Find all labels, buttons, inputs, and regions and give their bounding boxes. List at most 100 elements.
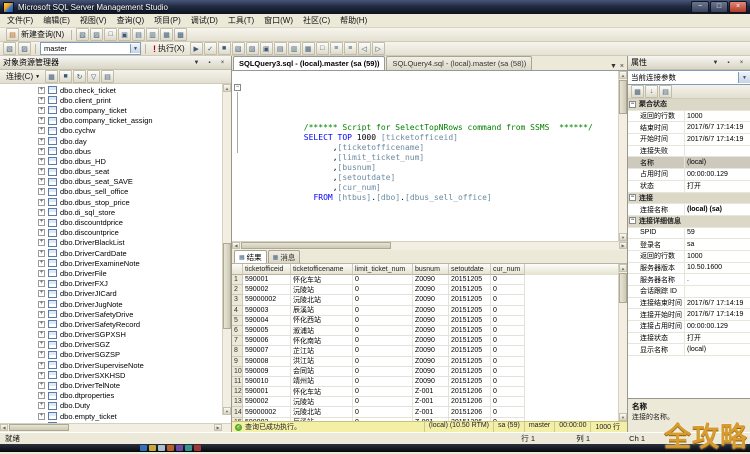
property-row[interactable]: 开始时间 2017/6/7 17:14:19 [628, 134, 750, 146]
toolbar-icon[interactable]: ▦ [45, 70, 58, 83]
results-grid[interactable]: ticketofficeid ticketofficename limit_ti… [232, 264, 627, 421]
maximize-button[interactable]: □ [710, 1, 728, 13]
grid-row[interactable]: 15 590003 辰溪站 0 Z-001 20151206 0 [232, 418, 627, 421]
tree-item[interactable]: + dbo.DriverSafetyDrive [0, 309, 231, 319]
grid-cell[interactable]: Z0090 [413, 346, 449, 356]
property-row[interactable]: 连接名称 (local) (sa) [628, 204, 750, 216]
expand-icon[interactable]: + [38, 219, 45, 226]
tree-item[interactable]: + dbo.DriverSGZSP [0, 350, 231, 360]
expand-icon[interactable]: + [38, 321, 45, 328]
expand-icon[interactable]: + [38, 87, 45, 94]
grid-row[interactable]: 5 590004 怀化西站 0 Z0090 20151205 0 [232, 316, 627, 326]
expand-icon[interactable]: + [38, 372, 45, 379]
expand-icon[interactable]: + [38, 168, 45, 175]
property-row[interactable]: 连接详细信息 [628, 216, 750, 228]
menu-item[interactable]: 视图(V) [75, 14, 112, 27]
editor-vertical-scrollbar[interactable]: ▲ ▼ [618, 71, 627, 241]
scroll-down-icon[interactable]: ▼ [619, 233, 627, 241]
grid-cell[interactable]: 20151205 [449, 295, 491, 305]
row-number[interactable]: 12 [232, 387, 243, 397]
grid-cell[interactable]: 0 [353, 346, 413, 356]
results-tab[interactable]: ▦ 结果 [234, 250, 267, 263]
toolbar-icon[interactable]: ▥ [146, 28, 159, 41]
grid-cell[interactable]: 0 [491, 295, 525, 305]
grid-cell[interactable]: Z-001 [413, 397, 449, 407]
grid-cell[interactable]: 590007 [243, 346, 291, 356]
grid-cell[interactable]: 20151206 [449, 397, 491, 407]
grid-cell[interactable]: Z0090 [413, 336, 449, 346]
property-value[interactable]: (local) [685, 344, 750, 355]
expand-icon[interactable]: + [38, 229, 45, 236]
tree-vertical-scrollbar[interactable]: ▲ ▼ [222, 84, 231, 415]
close-icon[interactable]: × [736, 58, 747, 68]
tree-item[interactable]: + dbo.DriverBlackList [0, 238, 231, 248]
tree-item[interactable]: + dbo.DriverJugNote [0, 299, 231, 309]
change-connection-icon[interactable]: ▨ [18, 42, 31, 55]
property-row[interactable]: 会话跟踪 ID [628, 286, 750, 298]
grid-cell[interactable]: 20151205 [449, 316, 491, 326]
grid-cell[interactable]: 0 [353, 295, 413, 305]
tree-item[interactable]: + dbo.DriverFile [0, 268, 231, 278]
grid-cell[interactable]: 59000002 [243, 407, 291, 417]
property-row[interactable]: 服务器版本 10.50.1600 [628, 263, 750, 275]
grid-cell[interactable]: 溆浦站 [291, 326, 353, 336]
scrollbar-thumb[interactable] [223, 243, 231, 329]
toolbar-icon[interactable]: ▨ [246, 42, 259, 55]
grid-cell[interactable]: Z-001 [413, 418, 449, 421]
toolbar-icon[interactable]: ▽ [87, 70, 100, 83]
property-value[interactable]: 打开 [685, 181, 750, 192]
chevron-down-icon[interactable]: ▼ [710, 58, 721, 68]
pin-icon[interactable]: ▪ [204, 58, 215, 68]
grid-cell[interactable]: 590002 [243, 285, 291, 295]
toolbar-icon[interactable]: ▦ [631, 85, 644, 98]
property-value[interactable]: 00:00:00.129 [685, 321, 750, 332]
toolbar-icon[interactable]: ↻ [73, 70, 86, 83]
row-number[interactable]: 5 [232, 316, 243, 326]
grid-cell[interactable]: 20151206 [449, 418, 491, 421]
new-query-button[interactable]: ▤ 新建查询(N) [3, 29, 67, 41]
row-number[interactable]: 13 [232, 397, 243, 407]
grid-cell[interactable]: 590010 [243, 377, 291, 387]
tree-item[interactable]: + dbo.cychw [0, 126, 231, 136]
grid-cell[interactable]: 20151205 [449, 357, 491, 367]
grid-cell[interactable]: 0 [353, 285, 413, 295]
grid-cell[interactable]: Z0090 [413, 377, 449, 387]
chevron-down-icon[interactable]: ▼ [191, 58, 202, 68]
property-row[interactable]: 显示名称 (local) [628, 344, 750, 356]
property-row[interactable]: 返回的行数 1000 [628, 111, 750, 123]
grid-cell[interactable]: 沅陵北站 [291, 407, 353, 417]
tree-item[interactable]: + dbo.check_ticket [0, 85, 231, 95]
toolbar-icon[interactable]: ▤ [274, 42, 287, 55]
expand-icon[interactable]: + [38, 351, 45, 358]
property-row[interactable]: SPID 59 [628, 228, 750, 240]
tree-item[interactable]: + dbo.DriverSGPXSH [0, 330, 231, 340]
toolbar-icon[interactable]: ▨ [90, 28, 103, 41]
tree-item[interactable]: + dbo.DriverTelNote [0, 380, 231, 390]
property-value[interactable]: 2017/6/7 17:14:19 [685, 298, 750, 309]
grid-cell[interactable]: 0 [353, 387, 413, 397]
scroll-down-icon[interactable]: ▼ [619, 413, 627, 421]
editor-horizontal-scrollbar[interactable]: ◀ ▶ [232, 241, 627, 250]
grid-cell[interactable]: 20151205 [449, 367, 491, 377]
grid-cell[interactable]: 怀化车站 [291, 275, 353, 285]
toolbar-icon[interactable]: □ [104, 28, 117, 41]
expand-icon[interactable]: + [38, 341, 45, 348]
grid-cell[interactable]: 0 [353, 306, 413, 316]
row-number[interactable]: 1 [232, 275, 243, 285]
expand-icon[interactable]: + [38, 311, 45, 318]
tree-item[interactable]: + dbo.dtproperties [0, 391, 231, 401]
chevron-down-icon[interactable]: ▼ [130, 44, 140, 53]
grid-cell[interactable]: 0 [353, 407, 413, 417]
grid-cell[interactable]: Z0090 [413, 275, 449, 285]
grid-cell[interactable]: 20151206 [449, 407, 491, 417]
tree-item[interactable]: + dbo.dbus_stop_price [0, 197, 231, 207]
expand-icon[interactable]: + [38, 301, 45, 308]
tree-item[interactable]: + dbo.company_ticket_assign [0, 116, 231, 126]
row-number[interactable]: 11 [232, 377, 243, 387]
taskbar-item[interactable] [167, 445, 174, 451]
menu-item[interactable]: 工具(T) [223, 14, 259, 27]
grid-cell[interactable]: 20151205 [449, 306, 491, 316]
grid-cell[interactable]: 0 [491, 346, 525, 356]
grid-cell[interactable]: 0 [491, 418, 525, 421]
toolbar-icon[interactable]: ▩ [174, 28, 187, 41]
